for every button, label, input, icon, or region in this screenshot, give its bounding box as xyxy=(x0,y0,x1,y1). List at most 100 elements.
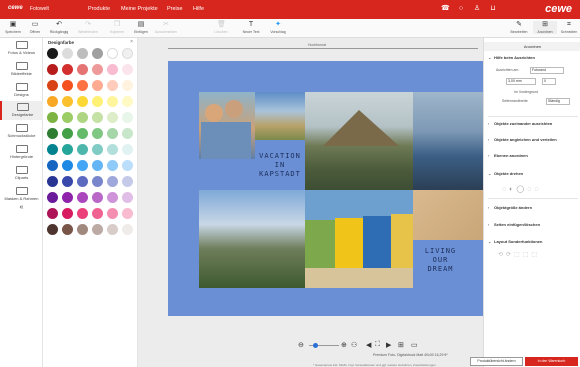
cart-icon[interactable]: ⊔ xyxy=(489,5,497,13)
offset-input[interactable]: 0 xyxy=(542,78,556,85)
color-swatch[interactable] xyxy=(122,208,133,219)
photo-sand-footprints[interactable] xyxy=(413,190,483,240)
section-rotate[interactable]: ⌄ Objekte drehen xyxy=(488,171,523,176)
color-swatch[interactable] xyxy=(47,208,58,219)
logo[interactable]: cewe xyxy=(8,5,23,11)
color-swatch[interactable] xyxy=(122,48,133,59)
color-swatch[interactable] xyxy=(107,176,118,187)
section-distribute[interactable]: › Objekte angleichen und verteilen xyxy=(488,137,557,142)
edit-tab[interactable]: ✎ Bearbeiten xyxy=(507,21,531,34)
copy-button[interactable]: ❐ Kopieren xyxy=(105,21,129,34)
color-swatch[interactable] xyxy=(62,144,73,155)
color-swatch[interactable] xyxy=(77,128,88,139)
open-button[interactable]: ▭ Öffnen xyxy=(23,21,47,34)
section-size[interactable]: › Objektgröße ändern xyxy=(488,205,532,210)
grid-icon[interactable]: ⊞ xyxy=(398,341,404,349)
color-swatch[interactable] xyxy=(122,80,133,91)
people-icon[interactable]: ⚇ xyxy=(351,341,357,349)
section-layers[interactable]: › Ebenen anordnen xyxy=(488,153,528,158)
preview-icon[interactable]: ▭ xyxy=(411,341,418,349)
color-swatch[interactable] xyxy=(62,48,73,59)
photo-grass[interactable] xyxy=(255,92,305,140)
nav-hilfe[interactable]: Hilfe xyxy=(193,6,204,12)
color-swatch[interactable] xyxy=(92,176,103,187)
new-text-button[interactable]: T Neuer Text xyxy=(239,21,263,34)
color-swatch[interactable] xyxy=(77,144,88,155)
sidebar-item-ornaments[interactable]: Schmuckstücke xyxy=(0,124,43,138)
tab-arrange[interactable]: Anordnen xyxy=(484,42,580,51)
phone-icon[interactable]: ☎ xyxy=(441,5,450,13)
sidebar-item-masks[interactable]: Masken & Rahmen xyxy=(0,187,43,201)
color-swatch[interactable] xyxy=(77,160,88,171)
color-swatch[interactable] xyxy=(122,96,133,107)
nav-meine-projekte[interactable]: Meine Projekte xyxy=(121,6,158,12)
color-swatch[interactable] xyxy=(77,176,88,187)
sidebar-item-designcolor[interactable]: Designfarbe xyxy=(0,101,43,120)
color-swatch[interactable] xyxy=(92,144,103,155)
color-swatch[interactable] xyxy=(92,48,103,59)
section-align-objects[interactable]: › Objekte zueinander ausrichten xyxy=(488,121,552,126)
color-swatch[interactable] xyxy=(47,128,58,139)
color-swatch[interactable] xyxy=(107,112,118,123)
color-swatch[interactable] xyxy=(122,160,133,171)
color-swatch[interactable] xyxy=(122,144,133,155)
color-swatch[interactable] xyxy=(47,192,58,203)
color-swatch[interactable] xyxy=(77,192,88,203)
color-swatch[interactable] xyxy=(92,80,103,91)
color-swatch[interactable] xyxy=(107,80,118,91)
zoom-in-icon[interactable]: ⊕ xyxy=(341,341,347,349)
color-swatch[interactable] xyxy=(77,80,88,91)
user-icon[interactable]: ♙ xyxy=(473,5,481,13)
color-swatch[interactable] xyxy=(62,192,73,203)
color-swatch[interactable] xyxy=(62,80,73,91)
color-swatch[interactable] xyxy=(107,224,118,235)
color-swatch[interactable] xyxy=(47,160,58,171)
text-box-vacation[interactable]: VACATION IN KAPSTADT xyxy=(255,140,305,190)
nav-produkte[interactable]: Produkte xyxy=(88,6,110,12)
help-icon[interactable]: ○ xyxy=(457,5,465,13)
color-swatch[interactable] xyxy=(47,224,58,235)
color-swatch[interactable] xyxy=(77,112,88,123)
photo-table-mountain[interactable] xyxy=(199,190,305,288)
section-layout[interactable]: ⌄ Layout Sonderfunktionen xyxy=(488,239,542,244)
prev-page-icon[interactable]: ◀ xyxy=(366,341,371,349)
add-to-cart-button[interactable]: In den Warenkorb xyxy=(525,357,578,366)
color-swatch[interactable] xyxy=(47,48,58,59)
color-swatch[interactable] xyxy=(92,208,103,219)
color-swatch[interactable] xyxy=(107,64,118,75)
nav-preise[interactable]: Preise xyxy=(167,6,183,12)
undo-button[interactable]: ↶ Rückgängig xyxy=(47,21,71,34)
paste-button[interactable]: ▤ Einfügen xyxy=(129,21,153,34)
checkbox-foreground[interactable]: Im Vordergrund xyxy=(514,90,538,94)
photo-sea[interactable] xyxy=(413,92,483,190)
color-swatch[interactable] xyxy=(107,192,118,203)
color-swatch[interactable] xyxy=(77,96,88,107)
color-swatch[interactable] xyxy=(62,208,73,219)
color-swatch[interactable] xyxy=(107,128,118,139)
sidebar-item-effects[interactable]: Bildeeffekte xyxy=(0,62,43,76)
color-swatch[interactable] xyxy=(107,48,118,59)
section-pages[interactable]: › Seiten einfügen/löschen xyxy=(488,222,540,227)
color-swatch[interactable] xyxy=(107,160,118,171)
color-swatch[interactable] xyxy=(122,128,133,139)
color-swatch[interactable] xyxy=(62,96,73,107)
color-swatch[interactable] xyxy=(62,64,73,75)
color-swatch[interactable] xyxy=(92,192,103,203)
redo-button[interactable]: ↷ Wiederholen xyxy=(76,21,100,34)
color-swatch[interactable] xyxy=(62,224,73,235)
color-swatch[interactable] xyxy=(107,96,118,107)
poster-page[interactable]: VACATION IN KAPSTADT LIVING OUR DREAM xyxy=(168,61,483,316)
color-swatch[interactable] xyxy=(107,144,118,155)
cut-button[interactable]: ✂ Ausschneiden xyxy=(154,21,178,34)
layout-icons[interactable]: ⟲⟳⬚⬚⬚ xyxy=(498,251,540,258)
margin-width-select[interactable]: Ständig xyxy=(546,98,570,105)
color-swatch[interactable] xyxy=(47,64,58,75)
sidebar-item-designs[interactable]: Designs xyxy=(0,83,43,97)
zoom-slider[interactable] xyxy=(309,343,339,348)
color-swatch[interactable] xyxy=(92,160,103,171)
rotate-icons[interactable]: ◌◐◯◌◌ xyxy=(502,185,542,193)
color-swatch[interactable] xyxy=(122,112,133,123)
color-swatch[interactable] xyxy=(77,224,88,235)
photo-couple[interactable] xyxy=(199,92,255,159)
color-swatch[interactable] xyxy=(62,176,73,187)
